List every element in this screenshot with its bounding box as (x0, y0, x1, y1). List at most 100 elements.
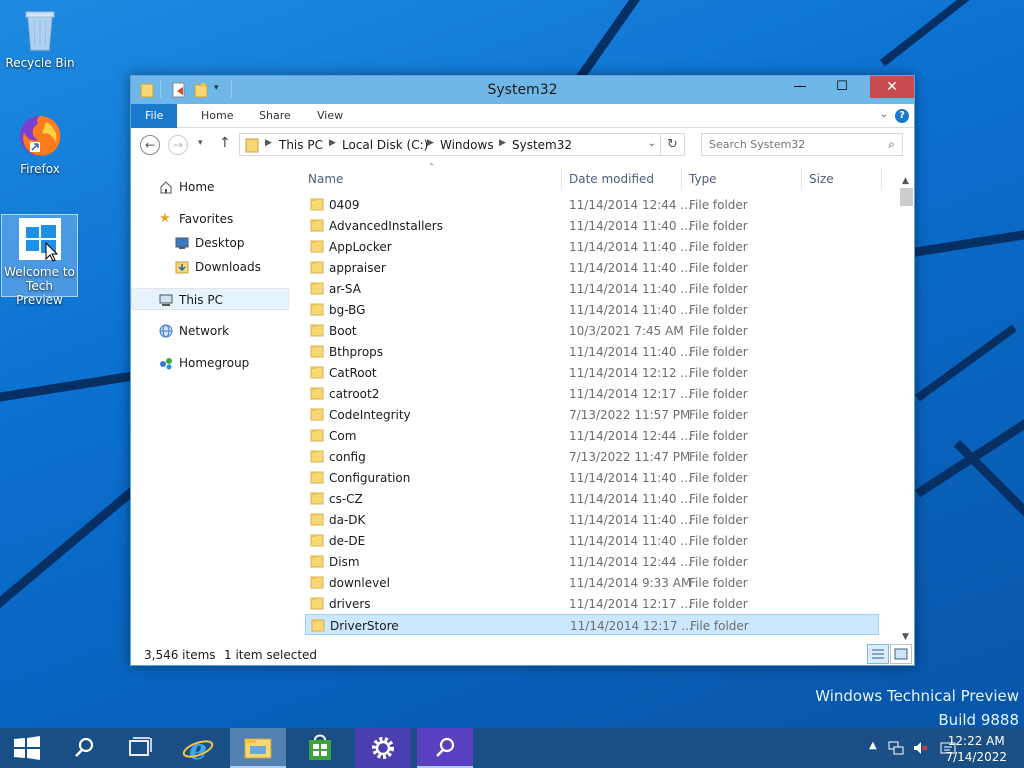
column-header-date-modified[interactable]: Date modified (569, 172, 654, 186)
clock[interactable]: 12:22 AM 7/14/2022 (945, 733, 1007, 765)
file-row[interactable]: 0409 11/14/2014 12:44 ... File folder (305, 194, 879, 215)
help-icon[interactable]: ? (895, 109, 909, 123)
search-taskbar-button[interactable] (56, 728, 112, 768)
scroll-down-arrow[interactable]: ▼ (902, 632, 909, 642)
desktop-icon-welcome[interactable]: Welcome to Tech Preview (1, 214, 78, 307)
nav-item-network[interactable]: Network (131, 320, 289, 342)
file-row[interactable]: ar-SA 11/14/2014 11:40 ... File folder (305, 278, 879, 299)
title-bar[interactable]: ▾ System32 — ☐ ✕ (131, 76, 914, 104)
file-row[interactable]: Com 11/14/2014 12:44 ... File folder (305, 425, 879, 446)
tab-share[interactable]: Share (245, 104, 305, 128)
tab-home[interactable]: Home (187, 104, 247, 128)
file-row[interactable]: de-DE 11/14/2014 11:40 ... File folder (305, 530, 879, 551)
file-date-modified: 11/14/2014 11:40 ... (569, 471, 692, 485)
column-header-size[interactable]: Size (809, 172, 834, 186)
file-type: File folder (689, 471, 748, 485)
volume-muted-icon[interactable] (912, 740, 928, 759)
scroll-up-arrow[interactable]: ▲ (902, 176, 909, 186)
refresh-button[interactable]: ↻ (661, 133, 685, 156)
start-button[interactable] (0, 728, 56, 768)
nav-item-desktop[interactable]: Desktop (131, 232, 289, 254)
desktop-icon-recycle-bin[interactable]: Recycle Bin (1, 6, 79, 70)
forward-button[interactable]: → (168, 135, 188, 155)
file-date-modified: 11/14/2014 12:12 ... (569, 366, 692, 380)
nav-item-downloads[interactable]: Downloads (131, 256, 289, 278)
file-type: File folder (689, 576, 748, 590)
breadcrumb-windows[interactable]: Windows (440, 138, 494, 152)
large-icons-view-icon (894, 648, 908, 660)
expand-ribbon-icon[interactable]: ⌄ (880, 109, 888, 120)
minimize-button[interactable]: — (786, 76, 814, 98)
file-name: appraiser (329, 261, 386, 275)
search-input[interactable] (702, 134, 872, 155)
folder-icon (310, 596, 324, 610)
file-row[interactable]: downlevel 11/14/2014 9:33 AM File folder (305, 572, 879, 593)
back-button[interactable]: ← (140, 135, 160, 155)
folder-icon (310, 407, 324, 421)
scrollbar-thumb[interactable] (900, 188, 913, 206)
nav-item-favorites[interactable]: ★ Favorites (131, 208, 289, 230)
column-divider[interactable] (681, 167, 682, 189)
breadcrumb-separator[interactable]: ▶ (499, 138, 506, 148)
show-hidden-icons-icon[interactable]: ▲ (869, 740, 877, 751)
column-divider[interactable] (881, 167, 882, 189)
vertical-scrollbar[interactable]: ▲ ▼ (898, 176, 915, 642)
network-status-icon[interactable] (888, 740, 904, 759)
settings-button[interactable] (355, 728, 411, 768)
file-row[interactable]: AdvancedInstallers 11/14/2014 11:40 ... Fi… (305, 215, 879, 236)
up-button[interactable]: ↑ (219, 135, 231, 151)
column-divider[interactable] (801, 167, 802, 189)
star-icon: ★ (159, 211, 171, 226)
breadcrumb-separator[interactable]: ▶ (427, 138, 434, 148)
nav-item-homegroup[interactable]: Homegroup (131, 352, 289, 374)
file-row[interactable]: appraiser 11/14/2014 11:40 ... File folder (305, 257, 879, 278)
file-type: File folder (689, 345, 748, 359)
search-box[interactable]: ⌕ (701, 133, 903, 156)
tab-view[interactable]: View (303, 104, 357, 128)
address-row: ← → ▾ ↑ ▶ This PC ▶ Local Disk (C:) ▶ Wi… (131, 128, 914, 162)
store-button[interactable] (292, 728, 348, 768)
file-row[interactable]: Configuration 11/14/2014 11:40 ... File fo… (305, 467, 879, 488)
nav-item-this-pc[interactable]: This PC (131, 288, 289, 310)
tab-file[interactable]: File (131, 104, 178, 128)
desktop-icon-firefox[interactable]: Firefox (1, 112, 79, 176)
file-row[interactable]: cs-CZ 11/14/2014 11:40 ... File folder (305, 488, 879, 509)
file-row[interactable]: AppLocker 11/14/2014 11:40 ... File folder (305, 236, 879, 257)
file-date-modified: 10/3/2021 7:45 AM (569, 324, 684, 338)
folder-icon (310, 575, 324, 589)
file-explorer-taskbar-button[interactable] (230, 728, 286, 768)
file-row[interactable]: catroot2 11/14/2014 12:17 ... File folder (305, 383, 879, 404)
close-button[interactable]: ✕ (870, 76, 914, 98)
search-app-button[interactable] (417, 728, 473, 768)
column-headers: ⌃ Name Date modified Type Size (303, 162, 901, 192)
breadcrumb-system32[interactable]: System32 (512, 138, 572, 152)
file-row[interactable]: bg-BG 11/14/2014 11:40 ... File folder (305, 299, 879, 320)
file-row[interactable]: Bthprops 11/14/2014 11:40 ... File folder (305, 341, 879, 362)
file-row[interactable]: DriverStore 11/14/2014 12:17 ... File fold… (305, 614, 879, 635)
column-header-type[interactable]: Type (689, 172, 717, 186)
column-divider[interactable] (561, 167, 562, 189)
file-row[interactable]: Boot 10/3/2021 7:45 AM File folder (305, 320, 879, 341)
internet-explorer-icon: e (182, 733, 214, 766)
breadcrumb-separator[interactable]: ▶ (329, 138, 336, 148)
file-row[interactable]: CatRoot 11/14/2014 12:12 ... File folder (305, 362, 879, 383)
internet-explorer-button[interactable]: e (170, 728, 226, 768)
file-row[interactable]: config 7/13/2022 11:47 PM File folder (305, 446, 879, 467)
maximize-button[interactable]: ☐ (828, 76, 856, 98)
column-header-name[interactable]: Name (308, 172, 343, 186)
breadcrumb-this-pc[interactable]: This PC (279, 138, 323, 152)
breadcrumb-separator[interactable]: ▶ (265, 138, 272, 148)
breadcrumb-local-disk[interactable]: Local Disk (C:) (342, 138, 428, 152)
details-view-button[interactable] (867, 644, 889, 664)
task-view-button[interactable] (112, 728, 168, 768)
address-bar[interactable]: ▶ This PC ▶ Local Disk (C:) ▶ Windows ▶ … (239, 133, 661, 156)
system-tray: ▲ 12:22 AM 7/14/2022 (844, 728, 1024, 768)
file-row[interactable]: CodeIntegrity 7/13/2022 11:57 PM File fold… (305, 404, 879, 425)
nav-item-home[interactable]: Home (131, 176, 289, 198)
recent-locations-icon[interactable]: ▾ (198, 138, 203, 148)
file-row[interactable]: Dism 11/14/2014 12:44 ... File folder (305, 551, 879, 572)
file-row[interactable]: drivers 11/14/2014 12:17 ... File folder (305, 593, 879, 614)
file-row[interactable]: da-DK 11/14/2014 11:40 ... File folder (305, 509, 879, 530)
large-icons-view-button[interactable] (890, 644, 912, 664)
chevron-down-icon[interactable]: ⌄ (648, 138, 656, 149)
